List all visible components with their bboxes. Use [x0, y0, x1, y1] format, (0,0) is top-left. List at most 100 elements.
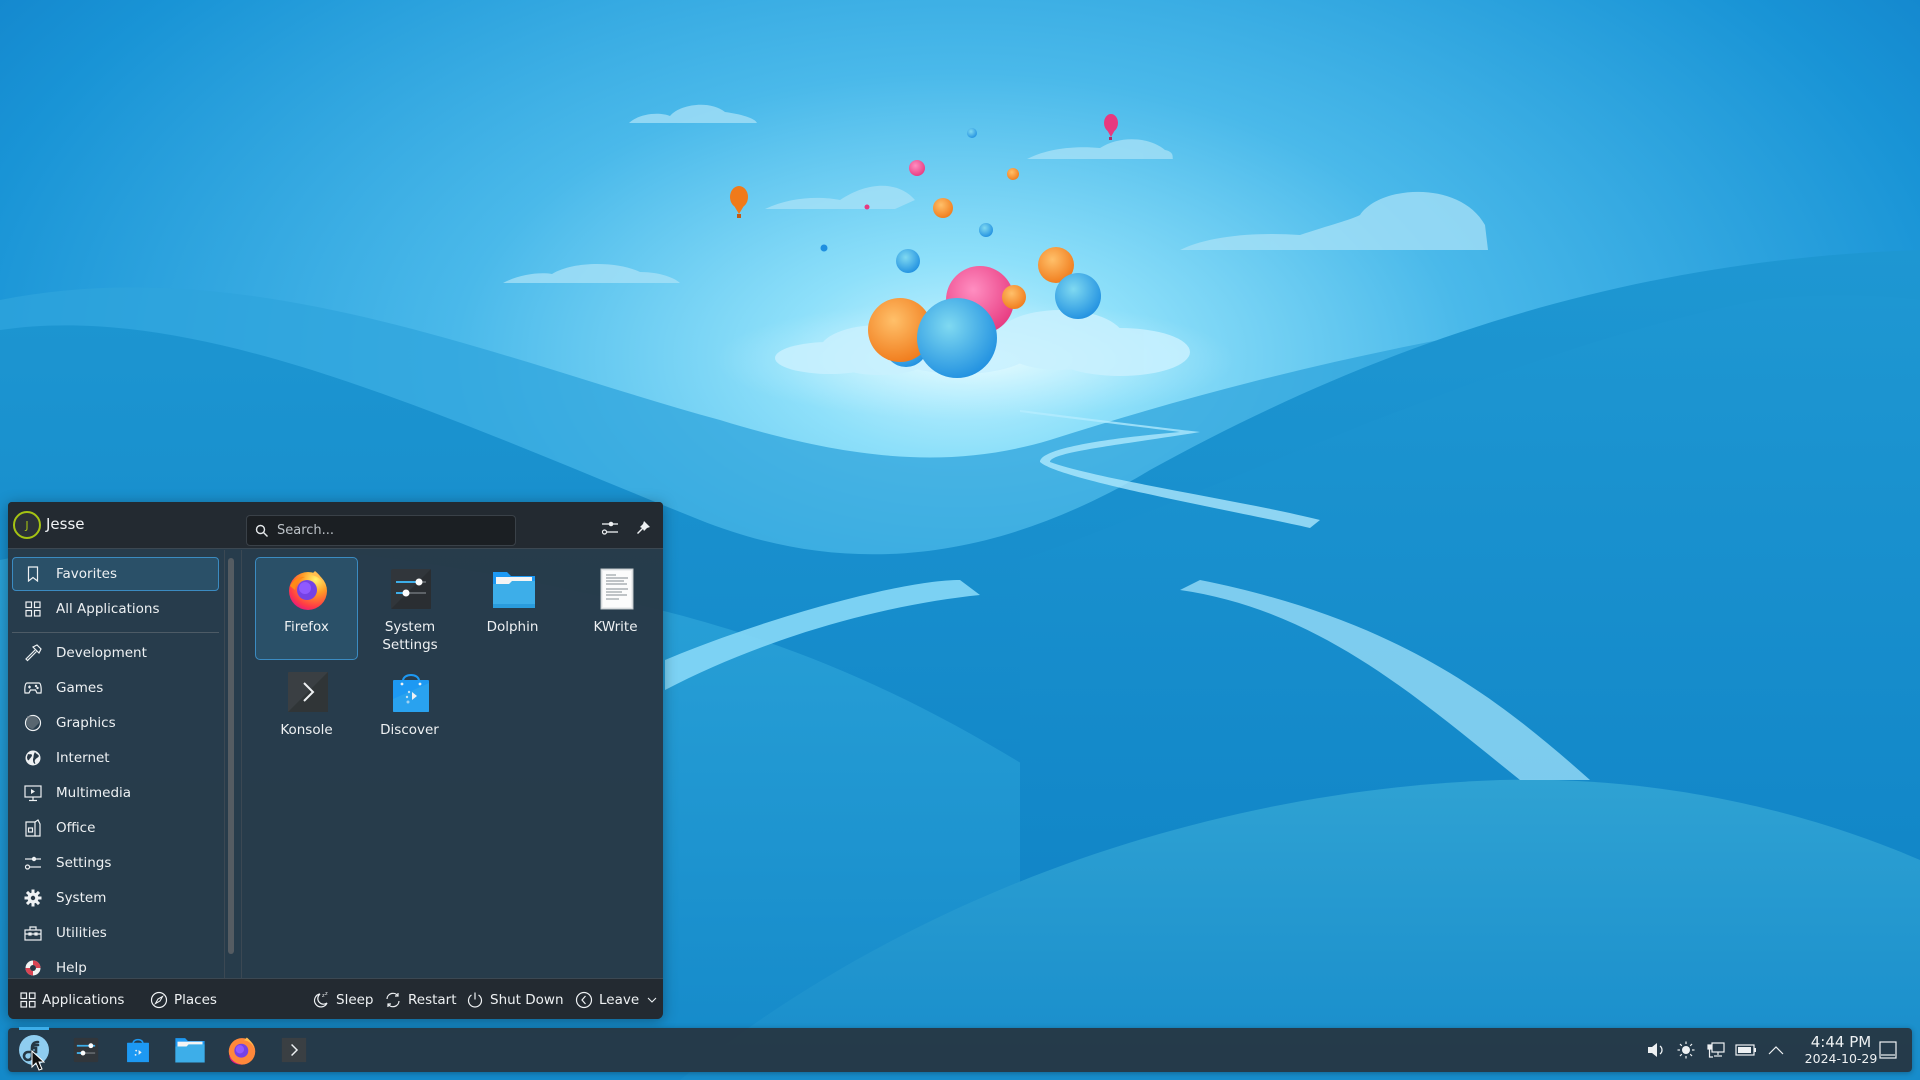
- firefox-icon: [289, 571, 327, 610]
- grid-icon: [20, 992, 36, 1008]
- svg-text:z: z: [325, 991, 328, 997]
- search-icon: [255, 524, 268, 537]
- task-system-settings[interactable]: [66, 1032, 106, 1068]
- app-name: System Settings: [382, 619, 438, 653]
- chevron-down-icon: [647, 997, 657, 1003]
- search-input[interactable]: [277, 523, 497, 538]
- terminal-icon: [288, 672, 328, 712]
- tab-places[interactable]: Places: [150, 987, 217, 1013]
- sleep-icon: zz: [313, 991, 328, 1008]
- tray-network[interactable]: [1705, 1039, 1727, 1061]
- bookmark-icon: [24, 565, 42, 583]
- tab-label: Applications: [42, 992, 125, 1008]
- pin-button[interactable]: [631, 516, 655, 540]
- store-bag-icon: [127, 1038, 149, 1063]
- tray-expander[interactable]: [1765, 1039, 1787, 1061]
- sidebar-item-all-applications[interactable]: All Applications: [12, 592, 219, 626]
- task-firefox[interactable]: [222, 1032, 262, 1068]
- user-avatar[interactable]: J: [13, 511, 41, 539]
- sidebar-item-office[interactable]: Office: [12, 811, 219, 845]
- volume-icon: [1648, 1043, 1663, 1057]
- action-label: Restart: [408, 992, 457, 1008]
- restart-icon: [386, 992, 400, 1008]
- menu-footer: Applications Places zz Sleep Restart Shu…: [8, 978, 663, 1019]
- clock-date: 2024-10-29: [1804, 1051, 1878, 1066]
- leave-button[interactable]: Leave: [575, 987, 663, 1013]
- sidebar-item-label: Graphics: [56, 715, 116, 731]
- digital-clock[interactable]: 4:44 PM 2024-10-29: [1796, 1033, 1886, 1066]
- app-tile-dolphin[interactable]: Dolphin: [461, 557, 564, 660]
- sidebar-item-favorites[interactable]: Favorites: [12, 557, 219, 591]
- tab-label: Places: [174, 992, 217, 1008]
- task-discover[interactable]: [118, 1032, 158, 1068]
- taskbar-panel: 4:44 PM 2024-10-29: [8, 1027, 1912, 1072]
- app-tile-system-settings[interactable]: System Settings: [358, 557, 461, 660]
- sidebar-item-utilities[interactable]: Utilities: [12, 916, 219, 950]
- system-settings-icon: [391, 569, 431, 609]
- battery-icon: [1735, 1044, 1756, 1056]
- app-tile-discover[interactable]: Discover: [358, 660, 461, 763]
- task-dolphin[interactable]: [170, 1032, 210, 1068]
- shut-down-button[interactable]: Shut Down: [466, 987, 564, 1013]
- sidebar-item-label: Utilities: [56, 925, 107, 941]
- task-konsole[interactable]: [274, 1032, 314, 1068]
- sidebar-item-graphics[interactable]: Graphics: [12, 706, 219, 740]
- tray-brightness[interactable]: [1675, 1039, 1697, 1061]
- monitor-play-icon: [24, 784, 42, 802]
- sidebar-item-label: Settings: [56, 855, 112, 871]
- chevron-up-icon: [1768, 1046, 1784, 1055]
- user-name: Jesse: [46, 515, 85, 533]
- sidebar-item-label: Favorites: [56, 566, 117, 582]
- sidebar-item-label: Internet: [56, 750, 110, 766]
- sidebar-item-label: Games: [56, 680, 104, 696]
- search-field[interactable]: [246, 515, 516, 546]
- show-desktop-icon: [1879, 1041, 1897, 1059]
- sidebar-item-label: System: [56, 890, 107, 906]
- category-sidebar: Favorites All Applications Development G…: [8, 550, 226, 978]
- sidebar-item-label: All Applications: [56, 601, 160, 617]
- power-icon: [467, 992, 483, 1008]
- show-desktop-button[interactable]: [1877, 1039, 1899, 1061]
- tray-volume[interactable]: [1645, 1039, 1667, 1061]
- app-tile-konsole[interactable]: Konsole: [255, 660, 358, 763]
- active-indicator: [19, 1027, 49, 1030]
- tab-applications[interactable]: Applications: [20, 987, 124, 1013]
- document-icon: [24, 819, 42, 837]
- graphics-icon: [24, 714, 42, 732]
- favorites-grid: Firefox System Settings Dolphin KWrite K…: [246, 550, 661, 978]
- configure-button[interactable]: [598, 516, 622, 540]
- app-tile-firefox[interactable]: Firefox: [255, 557, 358, 660]
- sidebar-item-settings[interactable]: Settings: [12, 846, 219, 880]
- folder-icon: [493, 572, 535, 608]
- sidebar-item-system[interactable]: System: [12, 881, 219, 915]
- app-tile-kwrite[interactable]: KWrite: [564, 557, 663, 660]
- menu-header: J Jesse: [8, 502, 663, 549]
- sidebar-item-development[interactable]: Development: [12, 636, 219, 670]
- brightness-icon: [1677, 1041, 1695, 1059]
- divider: [241, 550, 242, 978]
- grid-icon: [24, 600, 42, 618]
- sleep-button[interactable]: zz Sleep: [312, 987, 374, 1013]
- mouse-cursor-icon: [31, 1050, 45, 1071]
- app-name: Firefox: [284, 619, 329, 635]
- sidebar-item-label: Development: [56, 645, 147, 661]
- action-label: Sleep: [336, 992, 374, 1008]
- avatar-initial: J: [25, 518, 29, 532]
- firefox-icon: [228, 1037, 256, 1065]
- globe-icon: [24, 749, 42, 767]
- leave-icon: [575, 991, 593, 1009]
- sliders-icon: [24, 854, 42, 872]
- sidebar-item-internet[interactable]: Internet: [12, 741, 219, 775]
- restart-button[interactable]: Restart: [384, 987, 457, 1013]
- sidebar-item-games[interactable]: Games: [12, 671, 219, 705]
- gear-icon: [24, 889, 42, 907]
- clock-time: 4:44 PM: [1810, 1033, 1872, 1051]
- app-name: Dolphin: [486, 619, 539, 635]
- terminal-icon: [281, 1037, 307, 1063]
- tray-battery[interactable]: [1735, 1039, 1757, 1061]
- sidebar-item-label: Help: [56, 960, 87, 976]
- pin-icon: [637, 521, 650, 534]
- sidebar-item-multimedia[interactable]: Multimedia: [12, 776, 219, 810]
- sidebar-item-label: Multimedia: [56, 785, 132, 801]
- sidebar-scrollbar[interactable]: [228, 558, 234, 954]
